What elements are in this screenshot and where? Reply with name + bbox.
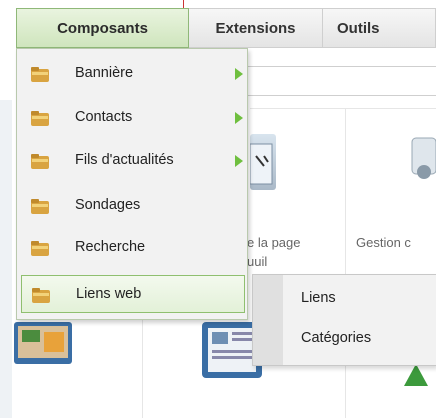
tab-composants[interactable]: Composants bbox=[16, 8, 189, 48]
menu-item-label: Liens web bbox=[76, 286, 142, 302]
card-label[interactable]: e la page bbox=[247, 235, 301, 250]
menu-item-label: Sondages bbox=[75, 197, 141, 213]
folder-icon bbox=[31, 111, 49, 126]
submenu-arrow-icon bbox=[235, 155, 243, 167]
submenu-item-categories[interactable]: Catégories bbox=[301, 330, 371, 346]
folder-icon bbox=[31, 199, 49, 214]
folder-icon bbox=[31, 241, 49, 256]
menu-item-contacts[interactable]: Contacts bbox=[21, 99, 245, 137]
grid-divider bbox=[142, 320, 143, 418]
folder-icon bbox=[31, 67, 49, 82]
menu-item-label: Fils d'actualités bbox=[75, 152, 174, 168]
submenu-arrow-icon bbox=[235, 68, 243, 80]
folder-icon bbox=[31, 154, 49, 169]
menu-item-label: Bannière bbox=[75, 65, 134, 81]
menu-item-fils-actualites[interactable]: Fils d'actualités bbox=[21, 142, 245, 180]
menu-item-label: Recherche bbox=[75, 239, 146, 255]
submenu-item-liens[interactable]: Liens bbox=[301, 290, 336, 306]
tab-outils[interactable]: Outils bbox=[323, 8, 436, 48]
background-left-strip bbox=[0, 100, 12, 418]
grid-divider bbox=[250, 108, 436, 109]
composants-dropdown-menu: Bannière Contacts Fils d'actualités Sond… bbox=[16, 48, 248, 320]
menu-item-label: Contacts bbox=[75, 109, 133, 125]
card-label[interactable]: uuil bbox=[247, 254, 267, 269]
card-label[interactable]: Gestion c bbox=[356, 235, 411, 250]
menu-item-liens-web[interactable]: Liens web bbox=[21, 275, 245, 313]
home-page-icon bbox=[249, 134, 276, 190]
submenu-arrow-icon bbox=[235, 112, 243, 124]
submenu-gutter bbox=[253, 275, 283, 365]
folder-icon bbox=[32, 288, 50, 303]
menu-item-sondages[interactable]: Sondages bbox=[21, 187, 245, 225]
menu-item-banniere[interactable]: Bannière bbox=[21, 55, 245, 93]
liens-web-submenu: Liens Catégories bbox=[252, 274, 436, 366]
management-icon bbox=[410, 134, 436, 190]
main-menubar: Composants Extensions Outils bbox=[16, 8, 436, 48]
grid-divider bbox=[345, 108, 346, 418]
tab-extensions[interactable]: Extensions bbox=[189, 8, 323, 48]
menu-item-recherche[interactable]: Recherche bbox=[21, 229, 245, 267]
content-icon bbox=[14, 322, 72, 370]
